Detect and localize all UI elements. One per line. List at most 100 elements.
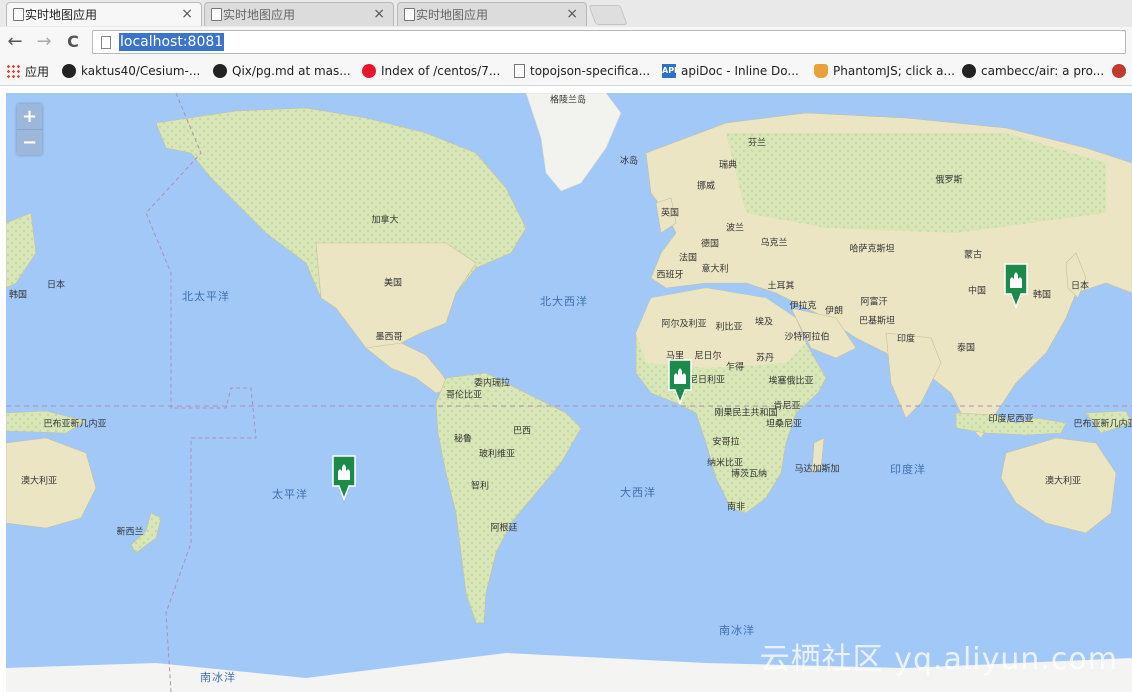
bookmark-qix[interactable]: Qix/pg.md at mas... (213, 63, 351, 79)
place-label: 韩国 (8, 290, 28, 301)
zoom-in-button[interactable]: + (17, 104, 42, 129)
page-icon (13, 8, 24, 21)
place-label: 埃及 (754, 317, 774, 328)
place-label: 芬兰 (747, 138, 767, 149)
forward-button[interactable]: → (33, 31, 55, 53)
bookmark-cesium[interactable]: kaktus40/Cesium-... (62, 63, 200, 79)
place-label: 日本 (46, 280, 66, 291)
place-label: 智利 (470, 481, 490, 492)
reload-button[interactable]: C (62, 31, 84, 53)
tab-title: 实时地图应用 (223, 8, 296, 22)
bookmark-label: topojson-specifica... (530, 64, 651, 78)
map-marker-china[interactable] (1002, 261, 1030, 309)
place-label: 蒙古 (963, 250, 983, 261)
place-label: 新西兰 (116, 527, 144, 538)
close-icon[interactable]: × (373, 6, 385, 22)
land-west-edge (6, 212, 37, 289)
bookmark-apps[interactable]: 应用 (6, 63, 49, 79)
tab-1[interactable]: 实时地图应用 × (6, 2, 202, 26)
place-label: 巴西 (512, 426, 532, 437)
place-label: 博茨瓦纳 (730, 469, 768, 480)
map-base-layer (6, 93, 1132, 692)
place-label: 巴布亚新几内亚 (43, 419, 107, 430)
place-label: 泰国 (956, 343, 976, 354)
zoom-control: + − (17, 104, 42, 155)
place-label: 加拿大 (371, 215, 399, 226)
place-label: 伊拉克 (789, 301, 817, 312)
close-icon[interactable]: × (566, 6, 578, 22)
bookmark-extra[interactable] (1112, 63, 1131, 79)
bookmark-label: Index of /centos/7... (381, 64, 501, 78)
place-label: 哥伦比亚 (445, 390, 483, 401)
place-label: 瑞典 (718, 160, 738, 171)
bookmark-centos[interactable]: Index of /centos/7... (362, 63, 500, 79)
bookmark-label: cambecc/air: a pro... (981, 64, 1105, 78)
bookmark-phantomjs[interactable]: PhantomJS; click a... (814, 63, 955, 79)
place-label: 印度 (896, 334, 916, 345)
place-label: 澳大利亚 (1044, 476, 1082, 487)
place-label: 肯尼亚 (773, 401, 801, 412)
place-label: 阿富汗 (860, 297, 888, 308)
browser-window: 实时地图应用 × 实时地图应用 × 实时地图应用 × ← → C localho… (0, 0, 1132, 692)
place-label: 尼日尔 (694, 351, 722, 362)
land-siberia-forest (726, 133, 1106, 233)
place-label: 冰岛 (619, 156, 639, 167)
weibo-icon (362, 64, 376, 78)
place-label: 尼日利亚 (688, 375, 726, 386)
place-label: 西班牙 (656, 270, 684, 281)
land-central-america (365, 342, 452, 394)
place-label: 巴基斯坦 (858, 316, 896, 327)
ocean-label: 北大西洋 (540, 295, 588, 308)
place-label: 美国 (383, 278, 403, 289)
land-south-america (435, 372, 582, 624)
bookmark-label: kaktus40/Cesium-... (81, 64, 201, 78)
tab-3[interactable]: 实时地图应用 × (397, 2, 587, 26)
place-label: 韩国 (1032, 290, 1052, 301)
place-label: 俄罗斯 (935, 175, 963, 186)
api-icon: API (662, 64, 677, 78)
bookmark-topojson[interactable]: topojson-specifica... (514, 63, 650, 79)
place-label: 阿根廷 (490, 523, 518, 534)
close-icon[interactable]: × (181, 6, 193, 22)
tab-2[interactable]: 实时地图应用 × (204, 2, 394, 26)
place-label: 土耳其 (767, 281, 795, 292)
address-bar[interactable]: localhost:8081 (92, 30, 1126, 54)
map-marker-africa[interactable] (666, 357, 694, 405)
place-label: 日本 (1070, 281, 1090, 292)
place-label: 玻利维亚 (478, 449, 516, 460)
back-button[interactable]: ← (4, 31, 26, 53)
document-icon (514, 64, 525, 78)
land-greenland (525, 93, 622, 192)
bookmark-air[interactable]: cambecc/air: a pro... (962, 63, 1104, 79)
bookmarks-bar: 应用 kaktus40/Cesium-... Qix/pg.md at mas.… (0, 58, 1132, 86)
place-label: 印度尼西亚 (988, 414, 1034, 425)
new-tab-button[interactable] (588, 5, 628, 25)
watermark: 云栖社区 yq.aliyun.com (759, 642, 1118, 677)
place-label: 乍得 (725, 362, 745, 373)
page-icon (404, 8, 415, 21)
place-label: 澳大利亚 (20, 476, 58, 487)
tab-title: 实时地图应用 (25, 8, 98, 22)
place-label: 伊朗 (824, 306, 844, 317)
page-icon (211, 8, 222, 21)
bookmark-apidoc[interactable]: API apiDoc - Inline Do... (662, 63, 799, 79)
place-label: 挪威 (696, 181, 716, 192)
place-label: 坦桑尼亚 (765, 419, 803, 430)
ocean-label: 南冰洋 (719, 624, 755, 637)
place-label: 阿尔及利亚 (661, 319, 707, 330)
place-label: 格陵兰岛 (549, 95, 587, 106)
github-icon (213, 64, 227, 78)
map-marker-pacific[interactable] (330, 453, 358, 501)
map-view[interactable]: 北太平洋 北大西洋 太平洋 大西洋 印度洋 南冰洋 南冰洋 格陵兰岛 芬兰 冰岛… (6, 93, 1132, 692)
place-label: 马达加斯加 (794, 464, 840, 475)
ocean-label: 大西洋 (620, 486, 656, 499)
place-label: 波兰 (725, 223, 745, 234)
url-text[interactable]: localhost:8081 (119, 33, 225, 51)
toolbar: ← → C localhost:8081 (0, 27, 1132, 58)
place-label: 南非 (726, 502, 746, 513)
place-label: 沙特阿拉伯 (784, 332, 830, 343)
land-india (885, 332, 942, 419)
github-icon (62, 64, 76, 78)
apps-grid-icon (6, 64, 20, 78)
zoom-out-button[interactable]: − (17, 129, 42, 155)
